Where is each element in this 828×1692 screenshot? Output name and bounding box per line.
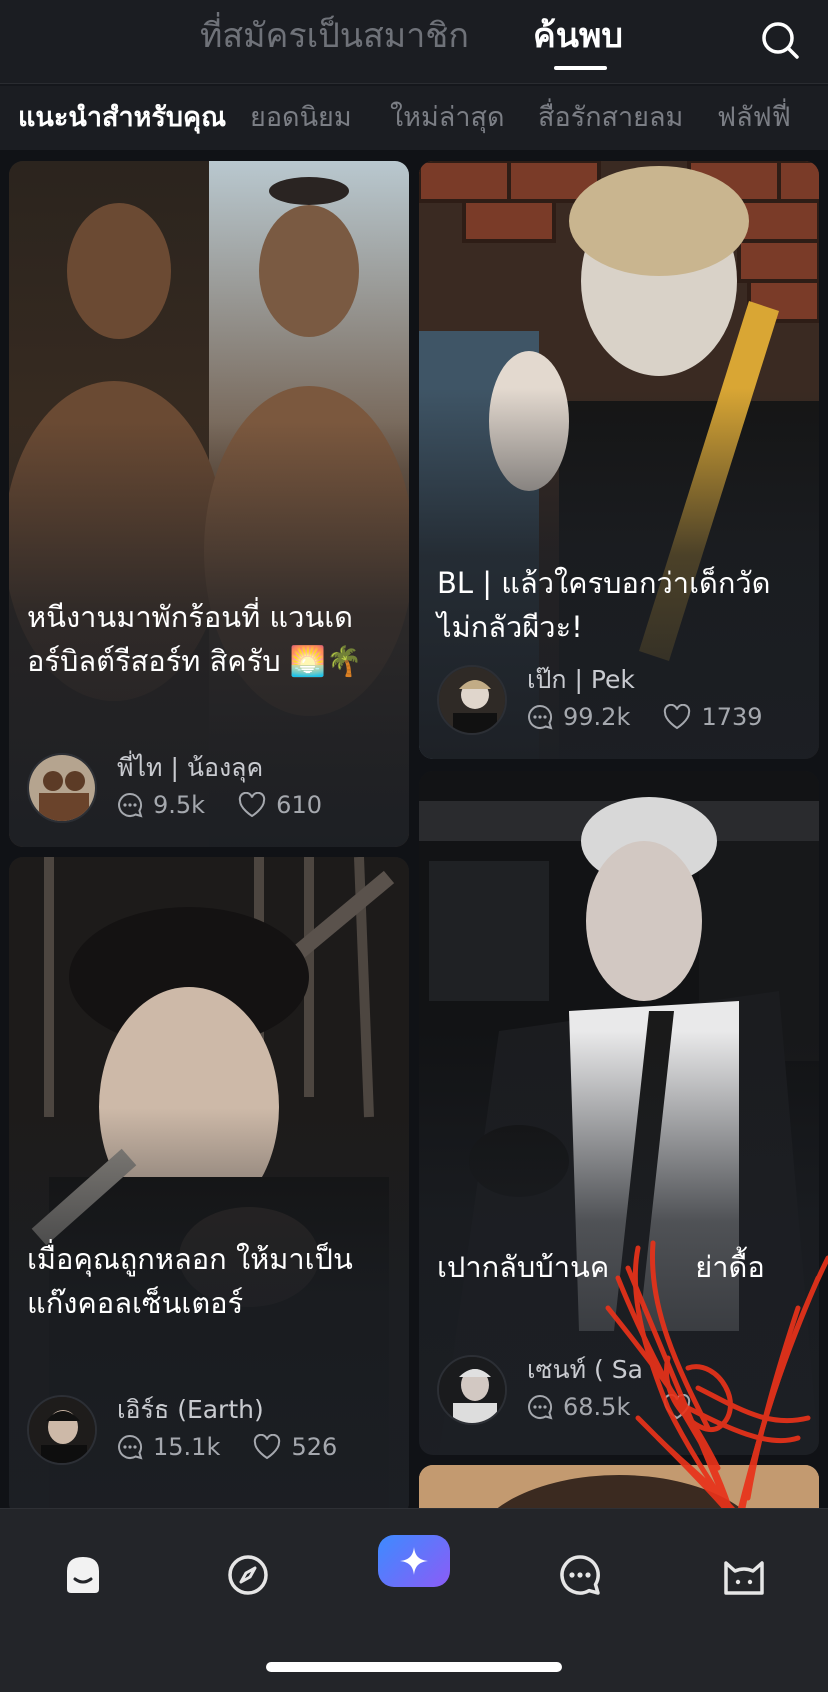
- card-title: เปากลับบ้านค ย่าดื้อ: [437, 1245, 801, 1289]
- card-title-line: ไม่กลัวผีวะ!: [437, 610, 583, 644]
- card-author-row: เซนท์ ( Sa 68.5k: [437, 1355, 809, 1427]
- author-name[interactable]: เอิร์ธ (Earth): [117, 1393, 264, 1427]
- card-title-line: หนีงานมาพักร้อนที่ แวนเด: [27, 600, 353, 634]
- comment-count-value: 68.5k: [563, 1393, 631, 1421]
- comment-count: 68.5k: [527, 1393, 630, 1421]
- search-button[interactable]: [758, 18, 802, 62]
- home-indicator[interactable]: [266, 1662, 562, 1672]
- category-bar: แนะนำสำหรับคุณ ยอดนิยม ใหม่ล่าสุด สื่อรั…: [0, 86, 828, 150]
- comment-count: 15.1k: [117, 1433, 220, 1461]
- nav-create[interactable]: [378, 1535, 450, 1587]
- top-header: ที่สมัครเป็นสมาชิก ค้นพบ: [0, 0, 828, 84]
- like-count: [663, 1394, 701, 1420]
- card-title: หนีงานมาพักร้อนที่ แวนเด อร์บิลต์รีสอร์ท…: [27, 595, 391, 683]
- card-title-line: อร์บิลต์รีสอร์ท สิครับ 🌅🌴: [27, 644, 363, 678]
- card-stats: 68.5k: [527, 1393, 729, 1425]
- story-card[interactable]: เปากลับบ้านค ย่าดื้อ เซนท์ ( Sa 68.5k: [419, 771, 819, 1455]
- nav-profile[interactable]: [708, 1539, 780, 1611]
- card-author-row: พี่ไท | น้องลุค 9.5k 610: [27, 753, 399, 825]
- card-stats: 99.2k 1739: [527, 703, 791, 735]
- compass-icon: [228, 1555, 268, 1595]
- home-icon: [67, 1557, 99, 1593]
- card-author-row: เอิร์ธ (Earth) 15.1k 526: [27, 1395, 399, 1467]
- card-title-line: ย่าดื้อ: [695, 1250, 765, 1284]
- search-icon: [762, 22, 799, 59]
- comment-icon: [528, 1394, 553, 1420]
- nav-home[interactable]: [47, 1539, 119, 1611]
- tab-discover[interactable]: ค้นพบ: [533, 14, 623, 58]
- like-count: 526: [253, 1433, 337, 1461]
- chat-icon: [560, 1555, 600, 1595]
- avatar[interactable]: [437, 1355, 507, 1425]
- heart-icon: [664, 1394, 691, 1420]
- card-title-line: เมื่อคุณถูกหลอก ให้มาเป็น: [27, 1242, 353, 1276]
- create-sparkle-icon: [400, 1547, 428, 1575]
- active-tab-indicator: [554, 66, 607, 70]
- like-count: 610: [238, 791, 322, 819]
- comment-count-value: 99.2k: [563, 703, 631, 731]
- category-recommended[interactable]: แนะนำสำหรับคุณ: [18, 100, 226, 136]
- card-title: BL | แล้วใครบอกว่าเด็กวัด ไม่กลัวผีวะ!: [437, 561, 801, 649]
- comment-icon: [118, 1434, 143, 1460]
- card-cover-image: [419, 1465, 819, 1510]
- author-name[interactable]: เป๊ก | Pek: [527, 663, 635, 697]
- tab-subscribed[interactable]: ที่สมัครเป็นสมาชิก: [200, 14, 469, 58]
- card-title-line: BL | แล้วใครบอกว่าเด็กวัด: [437, 566, 771, 600]
- card-stats: 9.5k 610: [117, 791, 350, 823]
- card-title-line: เปากลับบ้านค: [437, 1250, 610, 1284]
- profile-cat-icon: [724, 1561, 764, 1595]
- category-newest[interactable]: ใหม่ล่าสุด: [390, 100, 505, 136]
- card-title: เมื่อคุณถูกหลอก ให้มาเป็น แก๊งคอลเซ็นเตอ…: [27, 1237, 391, 1325]
- card-stats: 15.1k 526: [117, 1433, 365, 1465]
- avatar[interactable]: [27, 753, 97, 823]
- author-name[interactable]: พี่ไท | น้องลุค: [117, 751, 263, 785]
- like-count-value: 610: [276, 791, 322, 819]
- story-card[interactable]: BL | แล้วใครบอกว่าเด็กวัด ไม่กลัวผีวะ! เ…: [419, 161, 819, 759]
- heart-icon: [254, 1434, 281, 1460]
- comment-count-value: 9.5k: [153, 791, 206, 819]
- card-title-line: แก๊งคอลเซ็นเตอร์: [27, 1286, 244, 1320]
- category-romance[interactable]: สื่อรักสายลม: [538, 100, 683, 136]
- nav-explore[interactable]: [212, 1539, 284, 1611]
- author-name[interactable]: เซนท์ ( Sa: [527, 1353, 643, 1387]
- comment-count: 99.2k: [527, 703, 630, 731]
- card-author-row: เป๊ก | Pek 99.2k 1739: [437, 665, 809, 737]
- comment-count: 9.5k: [117, 791, 205, 819]
- category-fluffy[interactable]: ฟลัฟฟี่: [717, 100, 791, 136]
- like-count: 1739: [663, 703, 763, 731]
- comment-count-value: 15.1k: [153, 1433, 221, 1461]
- avatar[interactable]: [437, 665, 507, 735]
- app-screen: ที่สมัครเป็นสมาชิก ค้นพบ แนะนำสำหรับคุณ …: [0, 0, 828, 1692]
- comment-icon: [118, 792, 143, 818]
- category-popular[interactable]: ยอดนิยม: [250, 100, 352, 136]
- story-card[interactable]: [419, 1465, 819, 1510]
- heart-icon: [239, 792, 266, 818]
- like-count-value: 1739: [701, 703, 763, 731]
- like-count-value: 526: [291, 1433, 338, 1461]
- comment-icon: [528, 704, 553, 730]
- heart-icon: [664, 704, 691, 730]
- story-feed[interactable]: หนีงานมาพักร้อนที่ แวนเด อร์บิลต์รีสอร์ท…: [0, 150, 828, 1510]
- story-card[interactable]: เมื่อคุณถูกหลอก ให้มาเป็น แก๊งคอลเซ็นเตอ…: [9, 857, 409, 1510]
- story-card[interactable]: หนีงานมาพักร้อนที่ แวนเด อร์บิลต์รีสอร์ท…: [9, 161, 409, 847]
- avatar[interactable]: [27, 1395, 97, 1465]
- nav-chat[interactable]: [544, 1539, 616, 1611]
